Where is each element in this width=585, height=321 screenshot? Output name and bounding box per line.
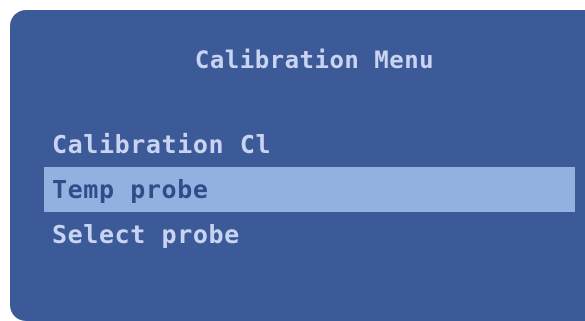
menu-list: Calibration Cl Temp probe Select probe xyxy=(44,122,575,257)
lcd-screen: Calibration Menu Calibration Cl Temp pro… xyxy=(10,10,585,321)
menu-item-select-probe[interactable]: Select probe xyxy=(44,212,575,257)
menu-title: Calibration Menu xyxy=(194,46,435,74)
menu-item-temp-probe[interactable]: Temp probe xyxy=(44,167,575,212)
menu-item-calibration-cl[interactable]: Calibration Cl xyxy=(44,122,575,167)
